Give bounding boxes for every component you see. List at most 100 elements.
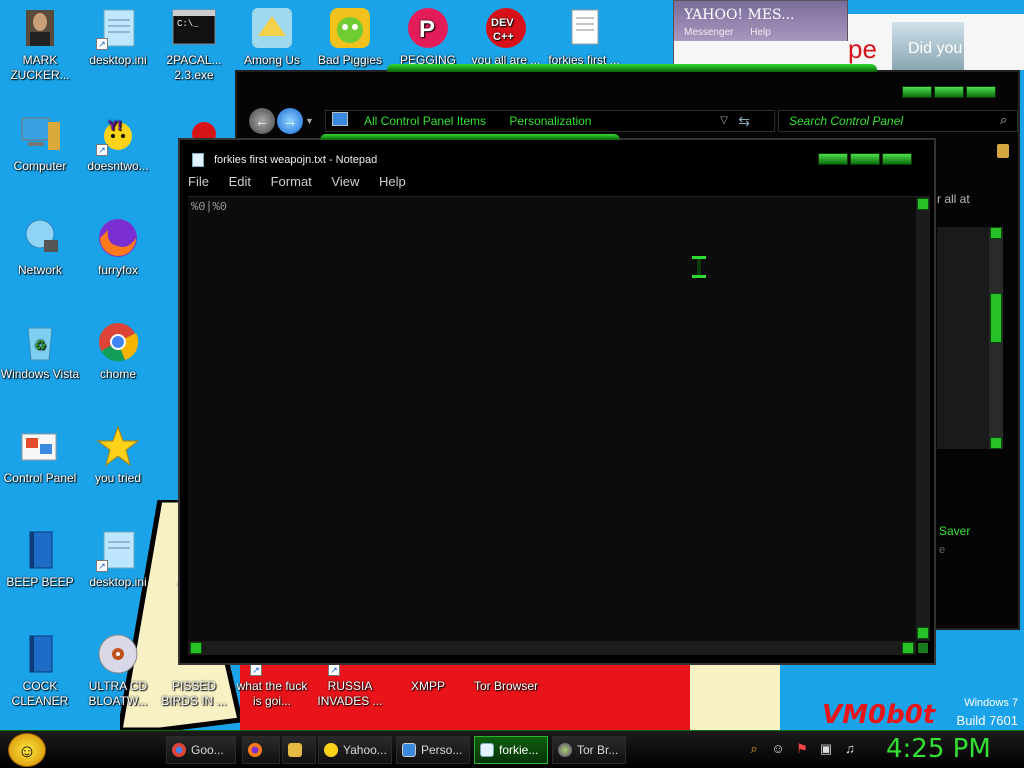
menu-file[interactable]: File bbox=[188, 174, 209, 189]
desktop-icon-forkies-first[interactable]: forkies first ... bbox=[544, 6, 624, 68]
desktop-icon-computer[interactable]: Computer bbox=[0, 112, 80, 174]
desktop-icon-pegging[interactable]: P PEGGING bbox=[388, 6, 468, 68]
firefox-icon bbox=[248, 743, 262, 757]
desktop-icon-network[interactable]: Network bbox=[0, 216, 80, 278]
menu-edit[interactable]: Edit bbox=[229, 174, 251, 189]
svg-text:P: P bbox=[419, 16, 435, 43]
desktop-icon-label: desktop.ini bbox=[89, 53, 147, 67]
forward-button[interactable]: → bbox=[277, 108, 303, 134]
desktop-icon-doesntwo[interactable]: Y! ↗ doesntwo... bbox=[78, 112, 158, 174]
breadcrumb-personalization[interactable]: Personalization bbox=[509, 114, 591, 128]
desktop-icon-label: Network bbox=[17, 263, 62, 277]
search-icon[interactable]: ⌕ bbox=[1000, 112, 1007, 128]
yahoo-tabs: Messenger Help bbox=[684, 27, 771, 38]
desktop-icon-desktop-ini-2[interactable]: ↗ desktop.ini bbox=[78, 528, 158, 590]
desktop-icon-you-all-are[interactable]: DEV C++ you all are ... bbox=[466, 6, 546, 68]
desktop-icon-mark-zucker[interactable]: MARK ZUCKER... bbox=[0, 6, 80, 83]
chrome-icon bbox=[172, 743, 186, 757]
console-icon: C:\_ bbox=[172, 6, 216, 50]
desktop-icon-label: ULTRA CD BLOATW... bbox=[88, 679, 148, 708]
yahoo-icon: Y! ↗ bbox=[96, 112, 140, 156]
desktop-icon-desktop-ini[interactable]: ↗ desktop.ini bbox=[78, 6, 158, 68]
svg-text:♻: ♻ bbox=[34, 337, 47, 353]
desktop-icon-ultra-cd[interactable]: ULTRA CD BLOATW... bbox=[78, 632, 158, 709]
taskbar-label: Goo... bbox=[191, 743, 224, 757]
yahoo-messenger-window[interactable]: YAHOO! MES... Messenger Help pe bbox=[673, 0, 881, 71]
desktop-icon-chome[interactable]: chome bbox=[78, 320, 158, 382]
person-icon bbox=[18, 6, 62, 50]
network-tray-icon[interactable]: ▣ bbox=[818, 741, 834, 757]
tor-icon bbox=[558, 743, 572, 757]
taskbar: ☺ Goo... Yahoo... Perso... forkie... Tor… bbox=[0, 730, 1024, 768]
screen-saver-label[interactable]: Saver bbox=[939, 524, 970, 538]
desktop-icon-label: 2PACAL... 2.3.exe bbox=[166, 53, 222, 82]
maximize-button[interactable] bbox=[850, 153, 880, 165]
yahoo-tab-help[interactable]: Help bbox=[750, 27, 771, 38]
resize-grip-icon[interactable] bbox=[918, 643, 928, 653]
desktop-icon-label: Among Us bbox=[243, 53, 301, 67]
menu-help[interactable]: Help bbox=[379, 174, 406, 189]
close-button[interactable] bbox=[966, 86, 996, 98]
desktop-icon-beep-beep[interactable]: BEEP BEEP bbox=[0, 528, 80, 590]
clock[interactable]: 4:25 PM bbox=[886, 734, 991, 764]
taskbar-label: Perso... bbox=[421, 743, 463, 757]
yahoo-tab-messenger[interactable]: Messenger bbox=[684, 27, 733, 38]
game-icon bbox=[328, 6, 372, 50]
messenger-tray-icon[interactable]: ☺ bbox=[770, 741, 786, 757]
taskbar-item-yahoo[interactable]: Yahoo... bbox=[318, 736, 392, 764]
notepad-window[interactable]: forkies first weapojn.txt - Notepad File… bbox=[178, 134, 936, 665]
yahoo-banner-text: pe bbox=[848, 34, 877, 64]
start-button[interactable]: ☺ bbox=[8, 733, 46, 767]
address-bar[interactable]: All Control Panel Items Personalization … bbox=[325, 110, 775, 132]
taskbar-item-chrome[interactable]: Goo... bbox=[166, 736, 236, 764]
breadcrumb-all-items[interactable]: All Control Panel Items bbox=[364, 114, 486, 128]
desktop-icon-furryfox[interactable]: furryfox bbox=[78, 216, 158, 278]
dropdown-arrow-icon[interactable]: ▽ bbox=[720, 111, 728, 131]
recent-pages-icon[interactable]: ▼ bbox=[305, 116, 314, 126]
control-panel-icon bbox=[18, 424, 62, 468]
desktop-icon-label: doesntwo... bbox=[87, 159, 149, 173]
svg-text:C:\_: C:\_ bbox=[177, 19, 199, 29]
help-icon[interactable] bbox=[997, 144, 1009, 158]
action-center-icon[interactable]: ⚑ bbox=[794, 741, 810, 757]
desktop-icon-2pacal[interactable]: C:\_ 2PACAL... 2.3.exe bbox=[154, 6, 234, 83]
minimize-button[interactable] bbox=[818, 153, 848, 165]
search-input[interactable]: Search Control Panel bbox=[778, 110, 1018, 132]
taskbar-item-notepad[interactable]: forkie... bbox=[474, 736, 548, 764]
taskbar-item-firefox[interactable] bbox=[242, 736, 280, 764]
book-icon bbox=[18, 528, 62, 572]
back-button[interactable]: ← bbox=[249, 108, 275, 134]
wallpaper-watermark: VM0b0t bbox=[822, 700, 936, 730]
window-glow bbox=[387, 64, 877, 72]
firefox-icon bbox=[96, 216, 140, 260]
desktop-icon-you-tried[interactable]: you tried bbox=[78, 424, 158, 486]
desktop-icon-bad-piggies[interactable]: Bad Piggies bbox=[310, 6, 390, 68]
horizontal-scrollbar[interactable] bbox=[188, 641, 916, 655]
desktop-icon-among-us[interactable]: Among Us bbox=[232, 6, 312, 68]
search-tray-icon[interactable]: ⌕ bbox=[746, 741, 762, 757]
windows-version: Windows 7 Build 7601 bbox=[957, 694, 1018, 730]
vertical-scrollbar[interactable] bbox=[916, 196, 930, 641]
desktop-icon-label: Computer bbox=[13, 159, 67, 173]
taskbar-item-explorer[interactable] bbox=[282, 736, 316, 764]
taskbar-label: Tor Br... bbox=[577, 743, 619, 757]
text-editor[interactable]: %0|%0 bbox=[188, 196, 916, 641]
os-build: Build 7601 bbox=[956, 713, 1018, 728]
chrome-icon bbox=[96, 320, 140, 364]
desktop-icon-label: COCK CLEANER bbox=[11, 679, 69, 708]
menu-view[interactable]: View bbox=[331, 174, 359, 189]
taskbar-item-personalization[interactable]: Perso... bbox=[396, 736, 470, 764]
maximize-button[interactable] bbox=[934, 86, 964, 98]
notepad-icon bbox=[192, 153, 204, 167]
close-button[interactable] bbox=[882, 153, 912, 165]
minimize-button[interactable] bbox=[902, 86, 932, 98]
desktop-icon-cock-cleaner[interactable]: COCK CLEANER bbox=[0, 632, 80, 709]
desktop-icon-windows-vista[interactable]: ♻ Windows Vista bbox=[0, 320, 80, 382]
refresh-icon[interactable]: ⇆ bbox=[738, 111, 750, 131]
volume-icon[interactable]: ♫ bbox=[842, 741, 858, 757]
window-controls bbox=[902, 86, 996, 98]
cd-icon bbox=[96, 632, 140, 676]
taskbar-item-tor[interactable]: Tor Br... bbox=[552, 736, 626, 764]
desktop-icon-control-panel[interactable]: Control Panel bbox=[0, 424, 80, 486]
menu-format[interactable]: Format bbox=[271, 174, 312, 189]
